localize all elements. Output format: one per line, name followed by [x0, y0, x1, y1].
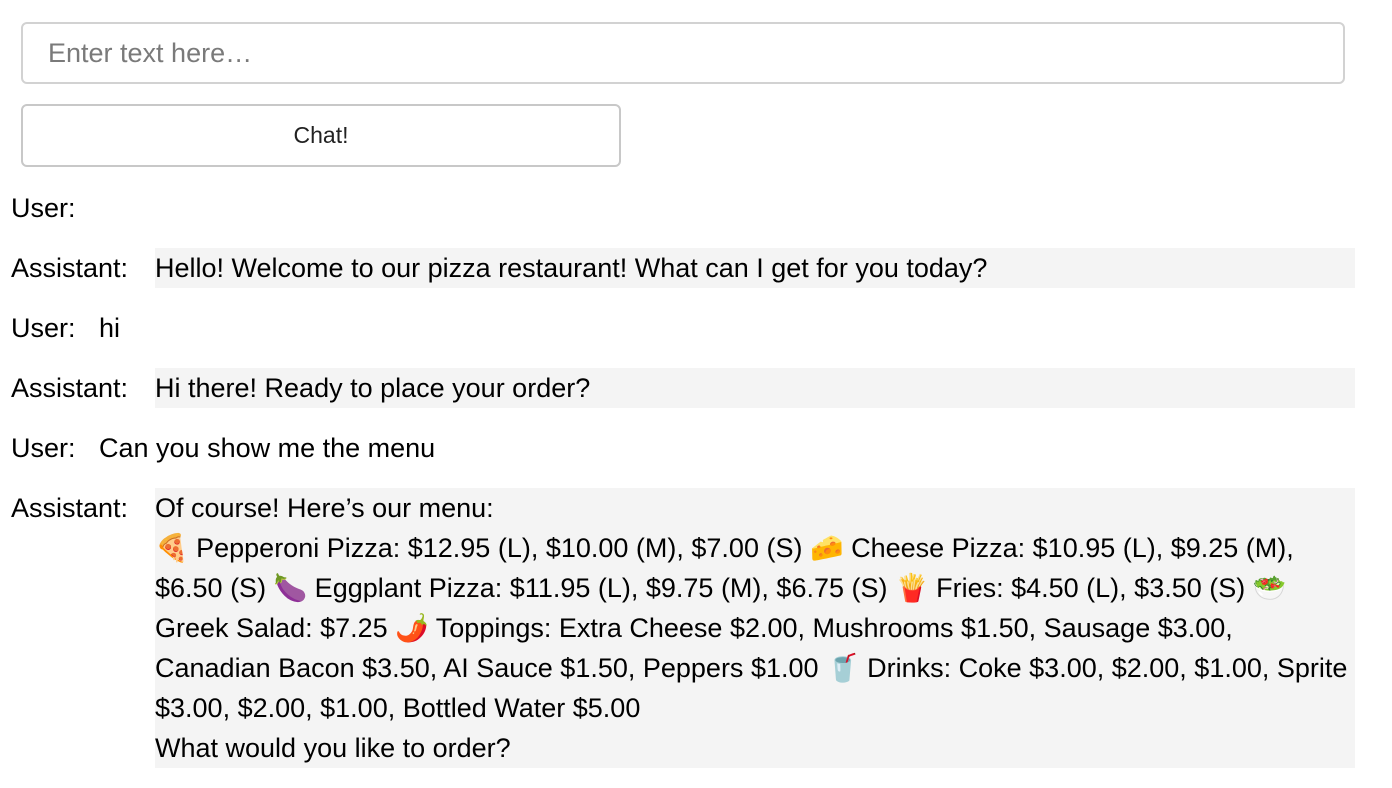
chat-message-assistant: Assistant: Hello! Welcome to our pizza r… [0, 248, 1392, 288]
chat-button[interactable]: Chat! [21, 104, 621, 167]
role-label-user: User: [11, 193, 76, 223]
role-label-assistant: Assistant: [11, 253, 129, 283]
user-message-text: hi [99, 313, 121, 343]
chat-message-user: User: hi [0, 308, 1392, 348]
role-label-user: User: [11, 433, 76, 463]
user-message-text: Can you show me the menu [99, 433, 436, 463]
assistant-message-text: Hi there! Ready to place your order? [155, 368, 1355, 408]
role-label-assistant: Assistant: [11, 373, 129, 403]
role-label-user: User: [11, 313, 76, 343]
role-label-assistant: Assistant: [11, 493, 129, 523]
chat-text-input[interactable] [21, 22, 1345, 84]
assistant-message-text: Of course! Here’s our menu: 🍕 Pepperoni … [155, 488, 1355, 768]
assistant-message-text: Hello! Welcome to our pizza restaurant! … [155, 248, 1355, 288]
chat-log: User: Assistant: Hello! Welcome to our p… [0, 188, 1392, 788]
chat-message-assistant: Assistant: Of course! Here’s our menu: 🍕… [0, 488, 1392, 768]
chat-input-wrapper [21, 22, 1345, 84]
chat-message-user: User: [0, 188, 1392, 228]
chat-message-assistant: Assistant: Hi there! Ready to place your… [0, 368, 1392, 408]
chat-message-user: User: Can you show me the menu [0, 428, 1392, 468]
